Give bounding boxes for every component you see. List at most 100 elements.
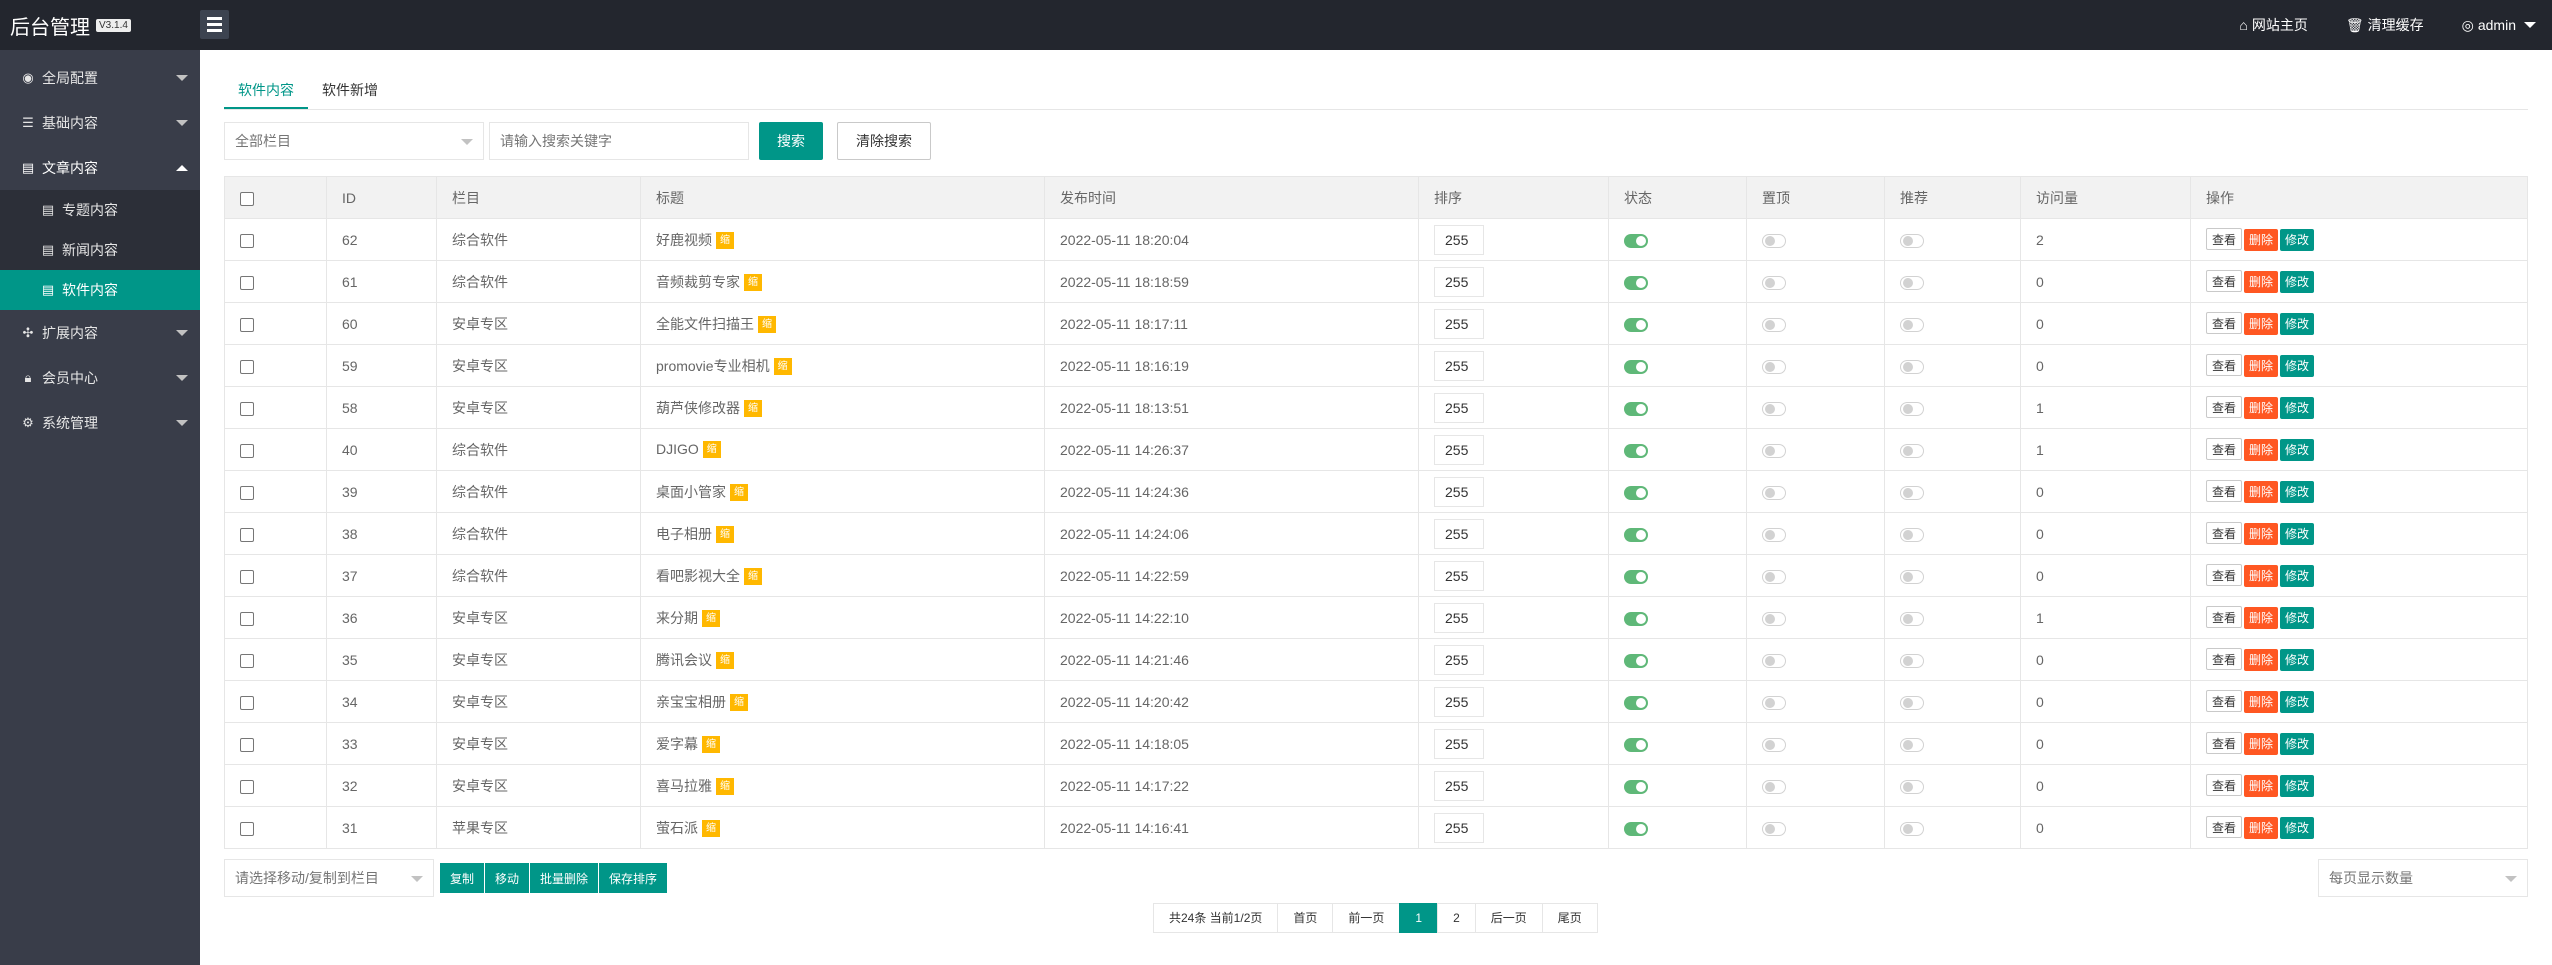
top-toggle[interactable] [1762, 233, 1786, 248]
clear-cache-link[interactable]: 🗑︎ 清理缓存 [2346, 15, 2424, 35]
user-menu[interactable]: ◎ admin [2462, 17, 2536, 34]
row-title[interactable]: 音频裁剪专家 [656, 274, 740, 290]
row-checkbox[interactable] [240, 233, 254, 248]
status-toggle[interactable] [1624, 611, 1648, 626]
status-toggle[interactable] [1624, 317, 1648, 332]
tab-software-add[interactable]: 软件新增 [308, 70, 392, 109]
edit-button[interactable]: 修改 [2280, 313, 2315, 335]
status-toggle[interactable] [1624, 569, 1648, 584]
recommend-toggle[interactable] [1900, 569, 1924, 584]
recommend-toggle[interactable] [1900, 317, 1924, 332]
sort-input[interactable]: 255 [1434, 392, 1484, 423]
row-checkbox[interactable] [240, 569, 254, 584]
top-toggle[interactable] [1762, 317, 1786, 332]
top-toggle[interactable] [1762, 443, 1786, 458]
row-title[interactable]: 全能文件扫描王 [656, 316, 754, 332]
status-toggle[interactable] [1624, 695, 1648, 710]
recommend-toggle[interactable] [1900, 779, 1924, 794]
header-select-all[interactable] [224, 176, 327, 219]
delete-button[interactable]: 删除 [2244, 649, 2279, 671]
sort-input[interactable]: 255 [1434, 644, 1484, 675]
top-toggle[interactable] [1762, 695, 1786, 710]
view-button[interactable]: 查看 [2206, 564, 2243, 586]
page-button-1[interactable]: 1 [1399, 903, 1439, 933]
sort-input[interactable]: 255 [1434, 518, 1484, 549]
view-button[interactable]: 查看 [2206, 522, 2243, 544]
top-toggle[interactable] [1762, 653, 1786, 668]
sort-input[interactable]: 255 [1434, 308, 1484, 339]
view-button[interactable]: 查看 [2206, 480, 2243, 502]
row-title[interactable]: 爱字幕 [656, 736, 698, 752]
home-link[interactable]: ⌂ 网站主页 [2239, 15, 2307, 35]
row-checkbox[interactable] [240, 653, 254, 668]
recommend-toggle[interactable] [1900, 695, 1924, 710]
sort-input[interactable]: 255 [1434, 350, 1484, 381]
sidebar-item-basic-content[interactable]: ☰ 基础内容 [0, 100, 200, 145]
edit-button[interactable]: 修改 [2280, 649, 2315, 671]
tab-software-content[interactable]: 软件内容 [224, 70, 308, 109]
clear-search-button[interactable]: 清除搜索 [837, 122, 931, 160]
row-checkbox[interactable] [240, 485, 254, 500]
row-title[interactable]: 电子相册 [656, 526, 712, 542]
edit-button[interactable]: 修改 [2280, 691, 2315, 713]
view-button[interactable]: 查看 [2206, 774, 2243, 796]
sort-input[interactable]: 255 [1434, 224, 1484, 255]
row-title[interactable]: 喜马拉雅 [656, 778, 712, 794]
top-toggle[interactable] [1762, 611, 1786, 626]
sidebar-item-extended-content[interactable]: ✣ 扩展内容 [0, 310, 200, 355]
row-checkbox[interactable] [240, 737, 254, 752]
status-toggle[interactable] [1624, 485, 1648, 500]
batch-delete-button[interactable]: 批量删除 [530, 863, 600, 893]
view-button[interactable]: 查看 [2206, 438, 2243, 460]
row-checkbox[interactable] [240, 317, 254, 332]
status-toggle[interactable] [1624, 233, 1648, 248]
sort-input[interactable]: 255 [1434, 686, 1484, 717]
row-title[interactable]: 葫芦侠修改器 [656, 400, 740, 416]
save-sort-button[interactable]: 保存排序 [599, 863, 668, 893]
row-checkbox[interactable] [240, 695, 254, 710]
row-title[interactable]: DJIGO [656, 441, 699, 457]
sort-input[interactable]: 255 [1434, 602, 1484, 633]
recommend-toggle[interactable] [1900, 527, 1924, 542]
edit-button[interactable]: 修改 [2280, 397, 2315, 419]
edit-button[interactable]: 修改 [2280, 481, 2315, 503]
delete-button[interactable]: 删除 [2244, 313, 2279, 335]
sort-input[interactable]: 255 [1434, 728, 1484, 759]
status-toggle[interactable] [1624, 653, 1648, 668]
view-button[interactable]: 查看 [2206, 312, 2243, 334]
view-button[interactable]: 查看 [2206, 816, 2243, 838]
recommend-toggle[interactable] [1900, 443, 1924, 458]
sort-input[interactable]: 255 [1434, 434, 1484, 465]
delete-button[interactable]: 删除 [2244, 607, 2279, 629]
select-all-checkbox[interactable] [240, 191, 254, 206]
recommend-toggle[interactable] [1900, 401, 1924, 416]
view-button[interactable]: 查看 [2206, 732, 2243, 754]
row-checkbox[interactable] [240, 779, 254, 794]
row-title[interactable]: 桌面小管家 [656, 484, 726, 500]
top-toggle[interactable] [1762, 779, 1786, 794]
status-toggle[interactable] [1624, 779, 1648, 794]
sidebar-item-member-center[interactable]: 🔒︎ 会员中心 [0, 355, 200, 400]
delete-button[interactable]: 删除 [2244, 523, 2279, 545]
delete-button[interactable]: 删除 [2244, 733, 2279, 755]
row-title[interactable]: promovie专业相机 [656, 358, 770, 374]
recommend-toggle[interactable] [1900, 485, 1924, 500]
edit-button[interactable]: 修改 [2280, 355, 2315, 377]
top-toggle[interactable] [1762, 527, 1786, 542]
delete-button[interactable]: 删除 [2244, 481, 2279, 503]
status-toggle[interactable] [1624, 737, 1648, 752]
edit-button[interactable]: 修改 [2280, 271, 2315, 293]
delete-button[interactable]: 删除 [2244, 775, 2279, 797]
edit-button[interactable]: 修改 [2280, 607, 2315, 629]
delete-button[interactable]: 删除 [2244, 565, 2279, 587]
sort-input[interactable]: 255 [1434, 812, 1484, 843]
sort-input[interactable]: 255 [1434, 560, 1484, 591]
row-title[interactable]: 亲宝宝相册 [656, 694, 726, 710]
view-button[interactable]: 查看 [2206, 690, 2243, 712]
status-toggle[interactable] [1624, 359, 1648, 374]
next-page-button[interactable]: 后一页 [1474, 903, 1543, 933]
delete-button[interactable]: 删除 [2244, 271, 2279, 293]
recommend-toggle[interactable] [1900, 653, 1924, 668]
row-checkbox[interactable] [240, 275, 254, 290]
top-toggle[interactable] [1762, 401, 1786, 416]
